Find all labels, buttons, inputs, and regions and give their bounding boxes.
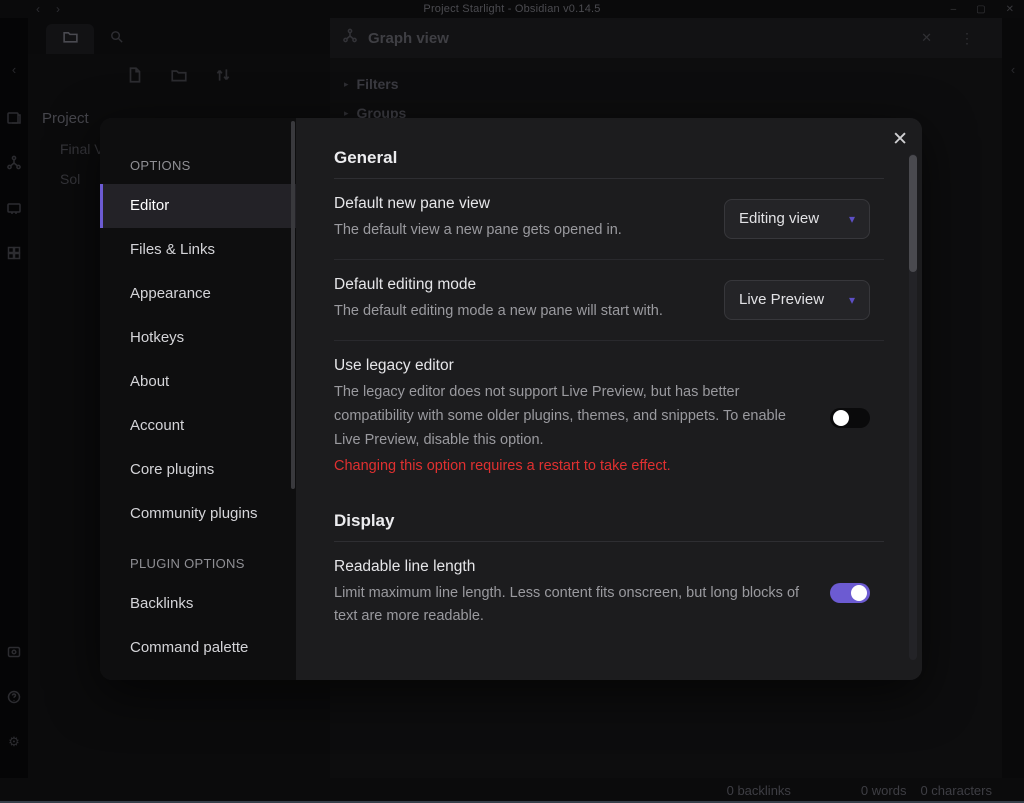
close-modal-icon[interactable]: ✕ [892,128,908,151]
setting-default-new-pane-view: Default new pane view The default view a… [334,179,884,259]
sort-order-icon[interactable] [214,66,232,89]
toggle-knob [833,410,849,426]
blocks-icon[interactable] [5,244,23,262]
settings-nav-editor[interactable]: Editor [100,184,296,228]
search-icon [109,29,124,49]
settings-nav-files-links[interactable]: Files & Links [100,228,296,272]
toggle-knob [851,585,867,601]
section-heading-general: General [334,148,884,179]
readable-line-length-toggle[interactable] [830,583,870,603]
setting-name: Default editing mode [334,276,698,294]
setting-default-editing-mode: Default editing mode The default editing… [334,259,884,340]
settings-modal: OPTIONS Editor Files & Links Appearance … [100,118,922,680]
settings-nav-appearance[interactable]: Appearance [100,272,296,316]
default-new-pane-view-dropdown[interactable]: Editing view ▾ [724,199,870,239]
nav-back-icon[interactable]: ‹ [36,2,40,16]
setting-description: The legacy editor does not support Live … [334,381,804,453]
slides-icon[interactable] [5,199,23,217]
content-scrollbar-thumb[interactable] [909,155,917,272]
left-ribbon: ‹ ⚙ [0,18,28,778]
maximize-button[interactable]: ▢ [976,4,985,15]
settings-nav-core-plugins[interactable]: Core plugins [100,448,296,492]
character-count: 0 characters [920,783,992,798]
settings-nav-account[interactable]: Account [100,404,296,448]
graph-view-icon[interactable] [5,154,23,172]
settings-nav-about[interactable]: About [100,360,296,404]
options-header: OPTIONS [100,154,296,178]
close-pane-icon[interactable]: ✕ [921,30,932,46]
expand-right-sidebar-icon[interactable]: ‹ [1011,62,1015,778]
setting-name: Use legacy editor [334,357,804,375]
status-bar: 0 backlinks 0 words 0 characters [0,778,1024,803]
setting-name: Readable line length [334,558,804,576]
use-legacy-editor-toggle[interactable] [830,408,870,428]
titlebar: ‹ › Project Starlight - Obsidian v0.14.5… [0,0,1024,18]
obsidian-app: ‹ › Project Starlight - Obsidian v0.14.5… [0,0,1024,803]
backlinks-count: 0 backlinks [727,783,791,798]
graph-filters-section[interactable]: ▸ Filters [344,76,1002,92]
settings-sidebar: OPTIONS Editor Files & Links Appearance … [100,118,296,680]
restart-warning-text: Changing this option requires a restart … [334,455,804,479]
setting-use-legacy-editor: Use legacy editor The legacy editor does… [334,340,884,495]
collapse-sidebar-icon[interactable]: ‹ [12,62,16,77]
new-note-icon[interactable] [126,66,144,89]
chevron-down-icon: ▾ [849,293,855,307]
chevron-right-icon: ▸ [344,108,349,119]
tab-file-explorer[interactable] [46,24,94,54]
nav-forward-icon[interactable]: › [56,2,60,16]
quick-switcher-icon[interactable] [5,109,23,127]
setting-name: Default new pane view [334,195,698,213]
plugin-options-header: PLUGIN OPTIONS [100,552,296,576]
new-folder-icon[interactable] [170,66,188,89]
settings-nav-backlinks[interactable]: Backlinks [100,582,296,626]
setting-description: Limit maximum line length. Less content … [334,582,804,630]
graph-icon [342,28,358,49]
setting-description: The default view a new pane gets opened … [334,219,698,243]
settings-gear-icon[interactable]: ⚙ [5,733,23,751]
setting-readable-line-length: Readable line length Limit maximum line … [334,542,884,646]
settings-nav-command-palette[interactable]: Command palette [100,626,296,670]
tab-search[interactable] [94,24,138,54]
chevron-down-icon: ▾ [849,212,855,226]
right-sidebar-rail: ‹ [1002,18,1024,778]
help-icon[interactable] [5,688,23,706]
default-editing-mode-dropdown[interactable]: Live Preview ▾ [724,280,870,320]
vault-switcher-icon[interactable] [5,643,23,661]
pane-title: Graph view [368,30,449,47]
minimize-button[interactable]: – [951,4,957,15]
window-title: Project Starlight - Obsidian v0.14.5 [0,3,1024,15]
close-window-button[interactable]: ✕ [1006,4,1014,15]
folder-icon [62,28,79,50]
more-options-icon[interactable]: ⋮ [960,30,974,47]
sidebar-scrollbar[interactable] [291,121,295,489]
chevron-right-icon: ▸ [344,79,349,90]
graph-view-header: Graph view ✕ ⋮ [330,18,1002,58]
section-heading-display: Display [334,511,884,542]
setting-description: The default editing mode a new pane will… [334,300,698,324]
settings-content: ✕ General Default new pane view The defa… [296,118,922,680]
settings-nav-hotkeys[interactable]: Hotkeys [100,316,296,360]
settings-nav-community-plugins[interactable]: Community plugins [100,492,296,536]
word-count: 0 words [861,783,907,798]
